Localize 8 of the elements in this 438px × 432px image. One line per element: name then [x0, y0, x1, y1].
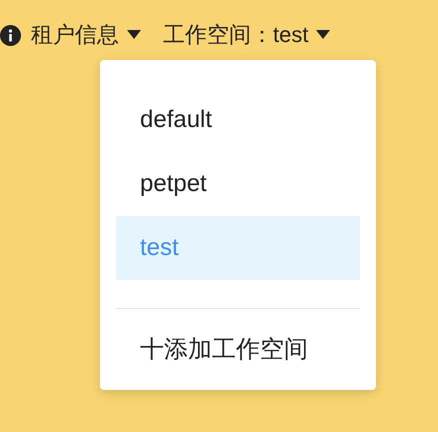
info-icon — [0, 24, 21, 46]
workspace-menu[interactable]: 工作空间：test — [163, 20, 330, 50]
caret-icon — [127, 30, 141, 40]
tenant-menu[interactable]: 租户信息 — [31, 20, 141, 50]
workspace-item[interactable]: petpet — [116, 152, 360, 216]
caret-icon — [316, 30, 330, 40]
add-workspace-button[interactable]: 十添加工作空间 — [116, 309, 360, 389]
workspace-item[interactable]: default — [116, 88, 360, 152]
